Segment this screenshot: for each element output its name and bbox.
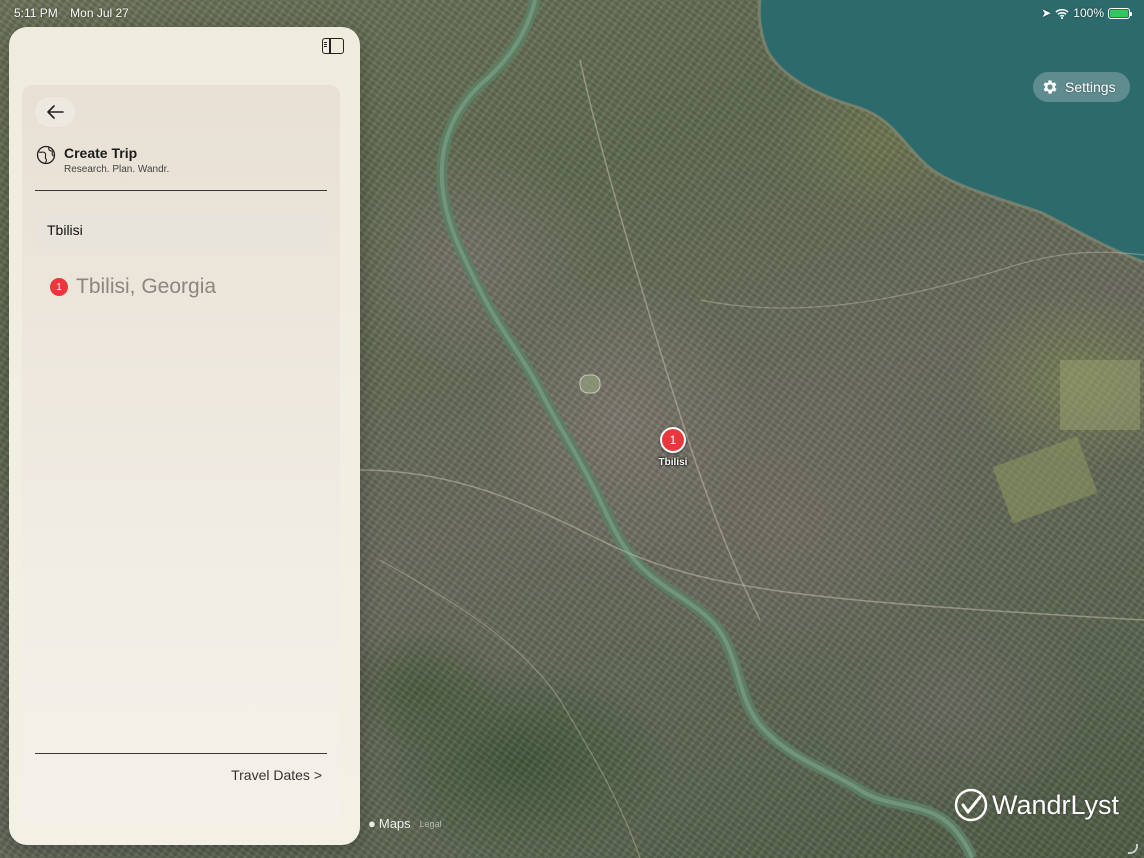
gear-icon (1043, 80, 1057, 94)
maps-attribution[interactable]: ● Maps Legal (368, 816, 442, 831)
globe-icon (36, 145, 56, 165)
battery-icon (1108, 7, 1132, 19)
header-divider (35, 190, 327, 191)
search-result-item[interactable]: 1 Tbilisi, Georgia (50, 275, 216, 299)
settings-button[interactable]: Settings (1033, 72, 1130, 102)
field (1060, 360, 1140, 430)
result-number-badge: 1 (50, 278, 68, 296)
status-bar-right: ➤ 100% (1041, 6, 1132, 20)
maps-attribution-label: Maps (378, 816, 411, 831)
back-button[interactable] (35, 97, 75, 127)
status-time: 5:11 PM (14, 6, 58, 20)
road (699, 251, 1144, 309)
side-panel: Create Trip Research. Plan. Wandr. 1 Tbi… (9, 27, 360, 845)
map-pin-label: Tbilisi (658, 457, 688, 468)
card-header: Create Trip Research. Plan. Wandr. (36, 145, 169, 175)
status-bar-left: 5:11 PM Mon Jul 27 (14, 6, 138, 20)
road (379, 559, 641, 858)
checkmark-circle-icon (954, 788, 988, 822)
create-trip-card: Create Trip Research. Plan. Wandr. 1 Tbi… (22, 85, 340, 824)
reservoir-water (759, 0, 1144, 262)
result-label: Tbilisi, Georgia (76, 275, 217, 298)
sidebar-toggle-icon[interactable] (322, 38, 344, 54)
destination-search-field[interactable] (35, 211, 327, 249)
battery-percent: 100% (1073, 6, 1104, 20)
field (992, 436, 1098, 524)
page-title: Create Trip (64, 145, 138, 161)
wifi-icon (1055, 8, 1069, 19)
arrow-left-icon (47, 105, 64, 119)
page-subtitle: Research. Plan. Wandr. (64, 164, 170, 175)
apple-logo-icon: ● (368, 816, 376, 831)
brand-name: WandrLyst (992, 789, 1120, 820)
settings-label: Settings (1065, 79, 1116, 95)
road (579, 59, 761, 621)
location-arrow-icon: ➤ (1041, 6, 1052, 20)
legal-link[interactable]: Legal (420, 819, 442, 829)
map-pin[interactable]: 1 (660, 427, 686, 453)
destination-search-input[interactable] (45, 221, 317, 239)
status-date: Mon Jul 27 (70, 6, 129, 20)
footer-divider (35, 753, 327, 754)
stadium (579, 374, 601, 394)
brand-logo: WandrLyst (954, 788, 1119, 822)
travel-dates-link[interactable]: Travel Dates > (231, 767, 322, 783)
